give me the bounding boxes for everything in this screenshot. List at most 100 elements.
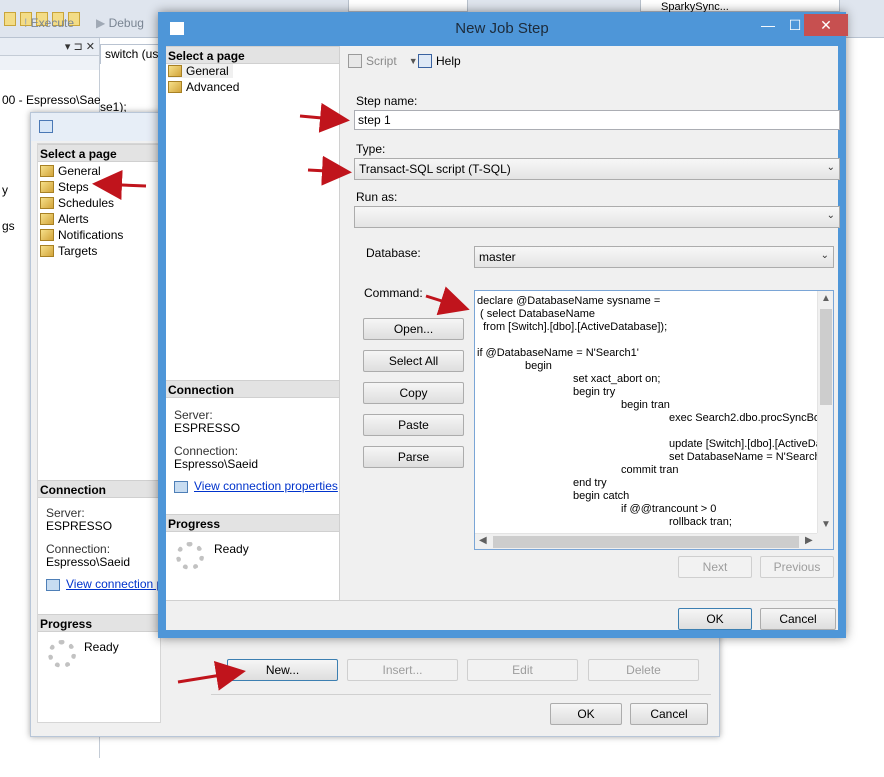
progress-spinner-icon — [176, 542, 204, 570]
progress-header: Progress — [166, 514, 339, 532]
close-icon[interactable]: ✕ — [804, 14, 848, 36]
command-line: begin — [525, 360, 552, 372]
page-item-general[interactable]: General — [40, 164, 101, 178]
new-job-step-dialog: New Job Step — ☐ ✕ Select a page General… — [158, 12, 848, 638]
page-item-targets[interactable]: Targets — [40, 244, 97, 258]
command-label: Command: — [364, 286, 423, 300]
command-line: declare @DatabaseName sysname = — [477, 295, 661, 307]
page-item-alerts[interactable]: Alerts — [40, 212, 89, 226]
edit-step-button[interactable]: Edit — [467, 659, 578, 681]
debug-label: Debug — [108, 16, 144, 30]
new-step-button[interactable]: New... — [227, 659, 338, 681]
page-item-advanced[interactable]: Advanced — [168, 80, 239, 94]
paste-button[interactable]: Paste — [363, 414, 464, 436]
command-line: update [Switch].[dbo].[ActiveDa — [669, 438, 822, 450]
copy-button[interactable]: Copy — [363, 382, 464, 404]
horizontal-scrollbar[interactable]: ◀ ▶ — [475, 533, 819, 549]
command-line: if @DatabaseName = N'Search1' — [477, 347, 639, 359]
divider — [211, 694, 711, 695]
cancel-button[interactable]: Cancel — [630, 703, 708, 725]
page-icon — [40, 213, 54, 225]
help-button[interactable]: Help — [418, 54, 461, 68]
command-textarea[interactable]: declare @DatabaseName sysname = ( select… — [474, 290, 834, 550]
debug-button[interactable]: ▶ Debug — [96, 16, 144, 30]
view-connection-label: View connection properties — [194, 479, 338, 493]
previous-button[interactable]: Previous — [760, 556, 834, 578]
script-button[interactable]: Script ▼ — [348, 54, 418, 68]
minimize-icon[interactable]: — — [748, 14, 788, 36]
page-icon — [40, 245, 54, 257]
ok-button[interactable]: OK — [678, 608, 752, 630]
page-item-notifications[interactable]: Notifications — [40, 228, 123, 242]
scroll-right-icon[interactable]: ▶ — [805, 535, 813, 546]
toolbar-field[interactable] — [348, 0, 468, 12]
step-name-label: Step name: — [356, 94, 418, 108]
scroll-thumb[interactable] — [493, 536, 799, 548]
object-explorer-toolbar — [0, 56, 99, 70]
database-label: Database: — [366, 246, 421, 260]
divider — [166, 600, 838, 601]
view-connection-link[interactable]: View connection properties — [174, 479, 338, 493]
progress-header: Progress — [38, 614, 160, 632]
page-label: Targets — [58, 244, 98, 258]
page-icon — [168, 65, 182, 77]
command-line: set DatabaseName = N'Search — [669, 451, 821, 463]
insert-step-button[interactable]: Insert... — [347, 659, 458, 681]
command-line: set xact_abort on; — [573, 373, 661, 385]
query-tab[interactable]: switch (us — [100, 44, 160, 64]
connection-icon — [46, 578, 60, 591]
open-button[interactable]: Open... — [363, 318, 464, 340]
connection-header: Connection — [38, 480, 160, 498]
connection-icon — [174, 480, 188, 493]
tree-node[interactable]: 00 - Espresso\Saei — [2, 93, 103, 107]
cancel-button[interactable]: Cancel — [760, 608, 836, 630]
page-icon — [40, 229, 54, 241]
type-select[interactable]: Transact-SQL script (T-SQL) ⌄ — [354, 158, 840, 180]
tree-node[interactable]: gs — [2, 219, 15, 233]
chevron-down-icon[interactable]: ▼ — [409, 56, 418, 66]
progress-status: Ready — [214, 542, 249, 556]
command-line: if @@trancount > 0 — [621, 503, 717, 515]
page-icon — [40, 165, 54, 177]
command-line: rollback tran; — [669, 516, 732, 528]
type-value: Transact-SQL script (T-SQL) — [359, 162, 511, 176]
command-line: end try — [573, 477, 607, 489]
page-item-general[interactable]: General — [168, 64, 233, 78]
page-label: General — [58, 164, 101, 178]
command-line: begin catch — [573, 490, 630, 502]
vertical-scrollbar[interactable]: ▲ ▼ — [817, 291, 833, 535]
progress-spinner-icon — [48, 640, 76, 668]
database-selector[interactable]: SparkySync... — [640, 0, 840, 13]
scroll-left-icon[interactable]: ◀ — [479, 535, 487, 546]
scroll-thumb[interactable] — [820, 309, 832, 405]
run-as-select[interactable]: ⌄ — [354, 206, 840, 228]
execute-button[interactable]: ! Execute — [24, 16, 74, 30]
page-label: Notifications — [58, 228, 124, 242]
select-all-button[interactable]: Select All — [363, 350, 464, 372]
step-name-input[interactable]: step 1 — [354, 110, 840, 130]
help-icon — [418, 54, 432, 68]
maximize-icon[interactable]: ☐ — [788, 14, 802, 36]
run-as-label: Run as: — [356, 190, 398, 204]
server-label: Server: — [174, 408, 213, 422]
tree-node[interactable]: y — [2, 183, 8, 197]
ok-button[interactable]: OK — [550, 703, 622, 725]
delete-step-button[interactable]: Delete — [588, 659, 699, 681]
app-icon — [39, 120, 53, 133]
scroll-down-icon[interactable]: ▼ — [821, 519, 831, 530]
page-item-steps[interactable]: Steps — [40, 180, 89, 194]
page-icon — [40, 197, 54, 209]
scroll-up-icon[interactable]: ▲ — [821, 293, 831, 304]
database-value: master — [479, 250, 516, 264]
page-item-schedules[interactable]: Schedules — [40, 196, 114, 210]
connection-value: Espresso\Saeid — [174, 457, 259, 471]
toolbar-icon[interactable] — [4, 12, 16, 26]
server-value: ESPRESSO — [174, 421, 241, 435]
parse-button[interactable]: Parse — [363, 446, 464, 468]
next-button[interactable]: Next — [678, 556, 752, 578]
step-dialog-body: Select a page General Advanced Connectio… — [166, 46, 840, 630]
step-dialog-left-pane: Select a page General Advanced Connectio… — [166, 46, 340, 600]
panel-pin-icon[interactable]: ▾ ⊐ ✕ — [65, 40, 95, 53]
page-label: General — [186, 64, 229, 78]
database-select[interactable]: master ⌄ — [474, 246, 834, 268]
